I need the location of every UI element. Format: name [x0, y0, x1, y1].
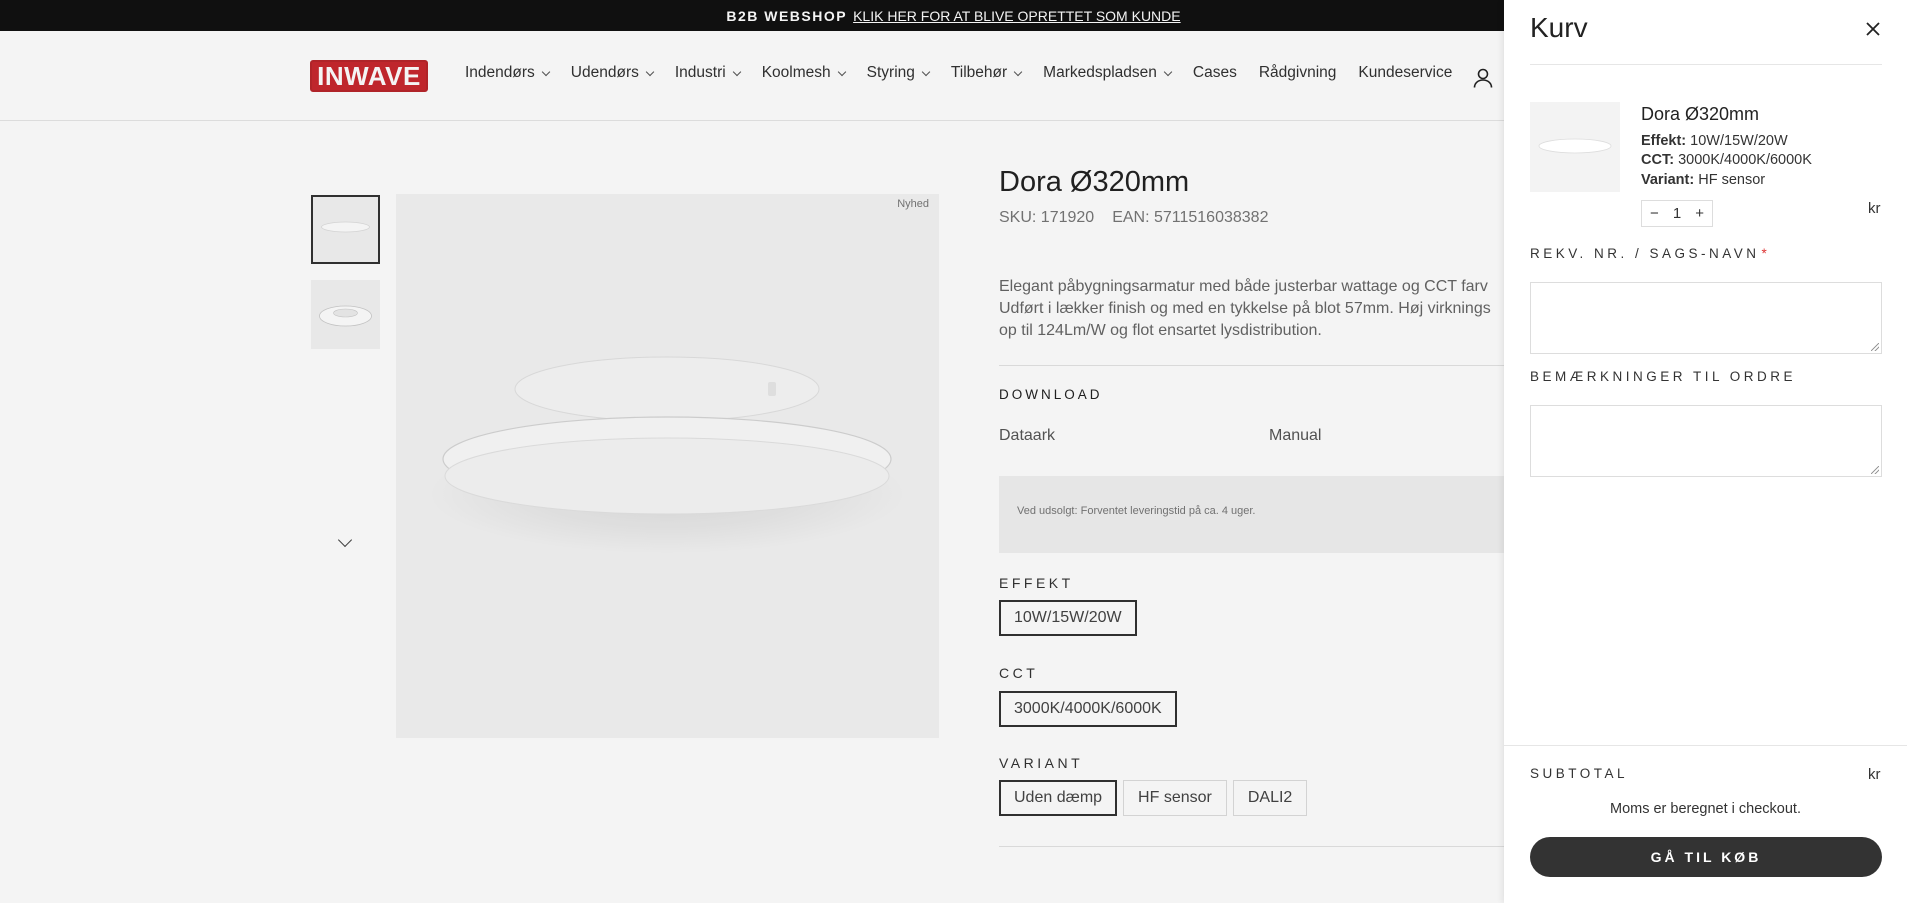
decrease-qty-button[interactable]: −: [1650, 205, 1659, 222]
increase-qty-button[interactable]: +: [1695, 205, 1704, 222]
cart-item-image[interactable]: [1530, 102, 1620, 192]
cart-item-name[interactable]: Dora Ø320mm: [1641, 104, 1759, 125]
resize-handle-icon[interactable]: [1871, 466, 1879, 474]
drawer-backdrop[interactable]: [0, 0, 1504, 903]
cart-title: Kurv: [1530, 12, 1588, 43]
prop-key: Variant:: [1641, 172, 1695, 188]
cart-item-cct: CCT: 3000K/4000K/6000K: [1641, 152, 1812, 168]
cart-drawer: Kurv Dora Ø320mm Effekt: 10W/15W/20W CCT…: [1504, 0, 1907, 903]
prop-key: CCT:: [1641, 152, 1675, 168]
checkout-button[interactable]: GÅ TIL KØB: [1530, 837, 1882, 877]
order-notes-input[interactable]: [1530, 405, 1882, 477]
rekv-label-text: REKV. NR. / SAGS-NAVN: [1530, 246, 1760, 261]
prop-value: 3000K/4000K/6000K: [1678, 152, 1812, 168]
divider: [1504, 745, 1907, 746]
lamp-thumbnail-image: [1538, 138, 1612, 154]
resize-handle-icon[interactable]: [1871, 343, 1879, 351]
prop-value: 10W/15W/20W: [1690, 133, 1788, 149]
subtotal-value: kr: [1868, 766, 1881, 783]
tax-note: Moms er beregnet i checkout.: [1609, 801, 1801, 817]
quantity-stepper: − 1 +: [1641, 200, 1713, 227]
divider: [1530, 64, 1882, 65]
quantity-value[interactable]: 1: [1673, 205, 1681, 222]
cart-item-effekt: Effekt: 10W/15W/20W: [1641, 133, 1788, 149]
rekv-label: REKV. NR. / SAGS-NAVN *: [1530, 246, 1767, 261]
prop-value: HF sensor: [1698, 172, 1766, 188]
subtotal-label: SUBTOTAL: [1530, 766, 1629, 781]
rekv-input[interactable]: [1530, 282, 1882, 354]
close-icon[interactable]: [1864, 20, 1882, 38]
cart-item-variant: Variant: HF sensor: [1641, 172, 1765, 188]
required-mark: *: [1761, 246, 1767, 261]
prop-key: Effekt:: [1641, 133, 1687, 149]
cart-item-price: kr: [1868, 200, 1881, 217]
notes-label: BEMÆRKNINGER TIL ORDRE: [1530, 369, 1797, 384]
